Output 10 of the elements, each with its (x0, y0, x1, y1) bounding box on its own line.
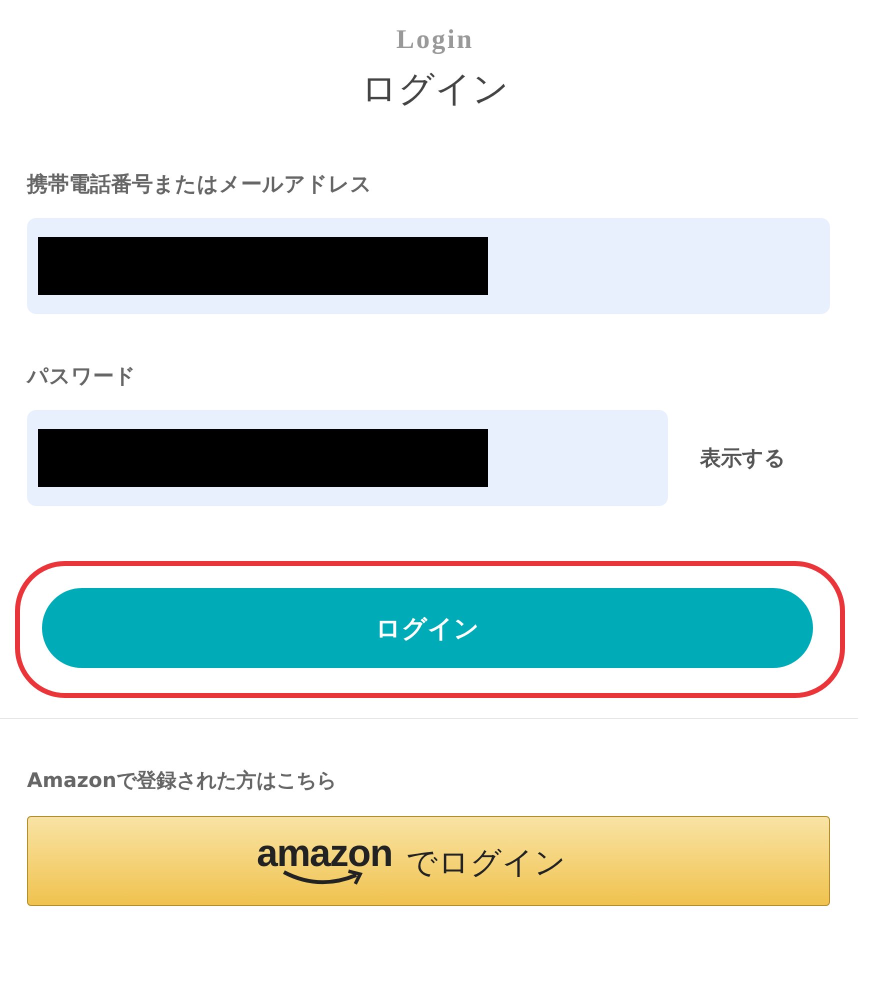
amazon-prompt: Amazonで登録された方はこちら (27, 767, 338, 794)
password-field[interactable] (27, 410, 668, 506)
field-label: 携帯電話番号またはメールアドレス (27, 171, 373, 198)
input-field[interactable] (27, 218, 830, 314)
page-subtitle: Login (396, 24, 474, 55)
page-title: ログイン (361, 68, 509, 112)
show-password-button[interactable]: 表示する (700, 444, 786, 472)
field-label: パスワード (27, 363, 137, 390)
amazon-logo: amazon (256, 835, 392, 887)
amazon-login-button[interactable]: amazon でログイン (27, 816, 830, 906)
